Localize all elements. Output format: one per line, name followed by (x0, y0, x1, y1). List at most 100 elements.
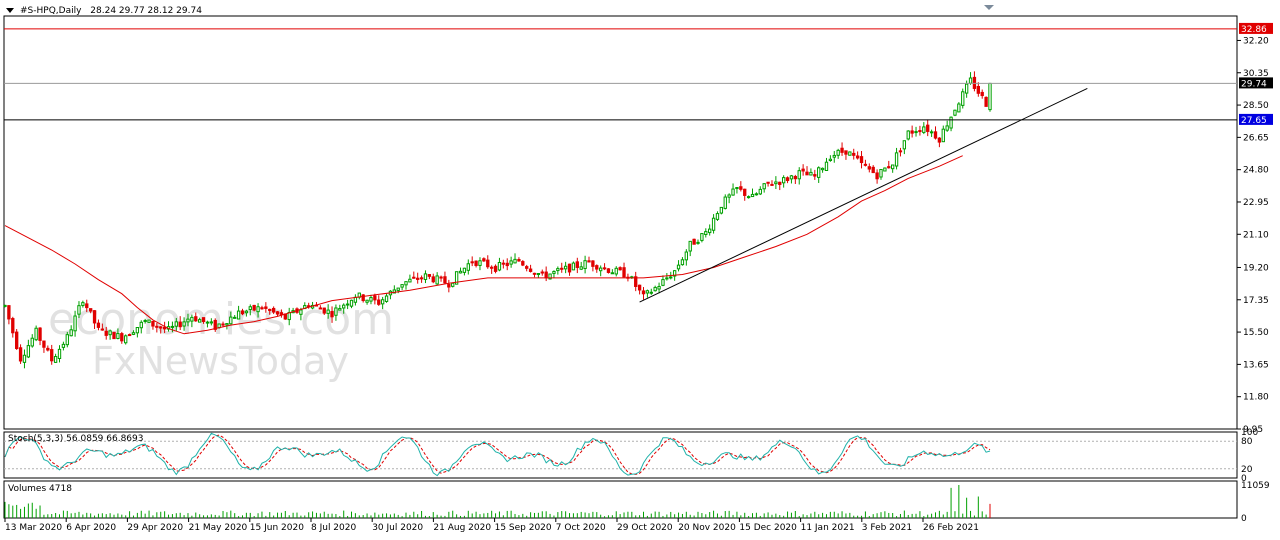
horizontal-price-lines[interactable] (4, 28, 1237, 121)
candle-body (708, 228, 712, 234)
candle-body (486, 259, 490, 268)
chart-canvas[interactable]: 32.20 30.35 28.50 26.65 24.80 22.95 21.10 19.20… (0, 0, 1280, 540)
candle-body (57, 348, 62, 359)
candle-body (953, 109, 957, 116)
candle-body (112, 331, 116, 340)
candle-body (778, 181, 782, 185)
y-tick-label: 21.10 (1243, 230, 1269, 240)
volume-panel-frame (3, 480, 1238, 519)
candle-body (482, 258, 486, 262)
candle-body (170, 325, 175, 328)
candle-body (855, 155, 860, 159)
candle-body (828, 158, 833, 162)
candle-body (933, 131, 938, 139)
candle-body (201, 317, 206, 322)
candle-body (205, 321, 210, 324)
candle-body (641, 290, 646, 295)
candle-body (229, 316, 233, 325)
candle-body (342, 304, 346, 309)
candle-body (46, 347, 50, 351)
candle-body (400, 284, 404, 288)
candle-body (221, 323, 225, 326)
candle-body (645, 290, 650, 294)
candle-body (680, 259, 685, 266)
candle-body (478, 260, 482, 266)
candle-body (447, 283, 451, 288)
menu-triangle-icon[interactable] (6, 8, 14, 13)
candle-body (805, 171, 809, 176)
candle-body (7, 305, 11, 320)
candle-body (116, 333, 120, 339)
candle-body (964, 83, 969, 94)
candle-body (941, 128, 945, 143)
watermark-line-1: economies.com (48, 294, 394, 345)
candle-body (34, 327, 38, 341)
candle-body (914, 131, 918, 134)
candle-body (377, 299, 381, 305)
y-tick-label: 22.95 (1243, 198, 1269, 208)
candle-body (532, 272, 537, 275)
y-tick-label: 11.80 (1243, 393, 1269, 403)
candle-body (793, 175, 798, 180)
candle-body (583, 260, 587, 269)
candle-body (910, 130, 914, 134)
time-axis: 13 Mar 2020 6 Apr 2020 29 Apr 2020 21 May 2… (4, 518, 979, 533)
candle-body (696, 241, 700, 244)
candle-body (26, 345, 31, 358)
trendline[interactable] (639, 88, 1088, 303)
candle-body (711, 217, 716, 231)
y-tick-label: 30.35 (1243, 69, 1269, 79)
candle-body (692, 238, 696, 245)
candle-body (88, 308, 93, 312)
candle-body (525, 266, 529, 269)
candle-body (750, 193, 755, 198)
stochastic-panel: 10080200 (4, 428, 1258, 484)
candle-body (186, 318, 190, 323)
candle-body (147, 319, 151, 323)
candle-body (766, 181, 770, 184)
candle-body (143, 320, 147, 323)
candle-body (299, 309, 303, 315)
candle-body (458, 270, 463, 274)
candle-body (961, 91, 965, 106)
candle-body (743, 188, 747, 196)
candle-body (489, 266, 494, 269)
candle-body (813, 174, 817, 177)
candle-body (863, 163, 868, 166)
candle-body (155, 325, 159, 328)
y-tick-label: 28.50 (1243, 101, 1269, 111)
candle-body (926, 124, 930, 132)
candle-body (100, 328, 105, 331)
candle-body (556, 268, 560, 272)
ohlc-values: 28.24 29.77 28.12 29.74 (90, 6, 202, 16)
trendline-segment[interactable] (639, 88, 1088, 303)
candle-body (474, 260, 478, 266)
candle-body (318, 307, 323, 310)
candle-body (349, 299, 354, 307)
candle-body (599, 267, 603, 272)
candle-body (396, 287, 400, 291)
candle-body (271, 307, 276, 313)
candle-body (731, 188, 735, 196)
candle-body (412, 276, 416, 279)
x-tick-label: 6 Apr 2020 (66, 523, 116, 533)
y-tick-label: 32.20 (1243, 36, 1269, 46)
candle-body (427, 274, 432, 277)
candle-body (69, 329, 73, 337)
candle-body (571, 262, 576, 271)
candle-body (719, 206, 724, 214)
candle-body (501, 262, 506, 265)
x-tick-label: 21 May 2020 (189, 523, 248, 533)
candle-body (618, 267, 622, 271)
candle-body (513, 258, 517, 264)
x-tick-label: 15 Dec 2020 (739, 523, 797, 533)
chart-shift-marker-icon[interactable] (984, 5, 994, 10)
candle-body (65, 334, 69, 346)
price-tag-label-current: 29.74 (1241, 79, 1267, 89)
candle-body (676, 264, 681, 270)
candle-body (758, 188, 762, 195)
candle-body (789, 175, 794, 180)
price-tag-label-lower: 27.65 (1241, 116, 1267, 126)
candle-body (451, 282, 455, 287)
x-tick-label: 3 Feb 2021 (862, 523, 912, 533)
